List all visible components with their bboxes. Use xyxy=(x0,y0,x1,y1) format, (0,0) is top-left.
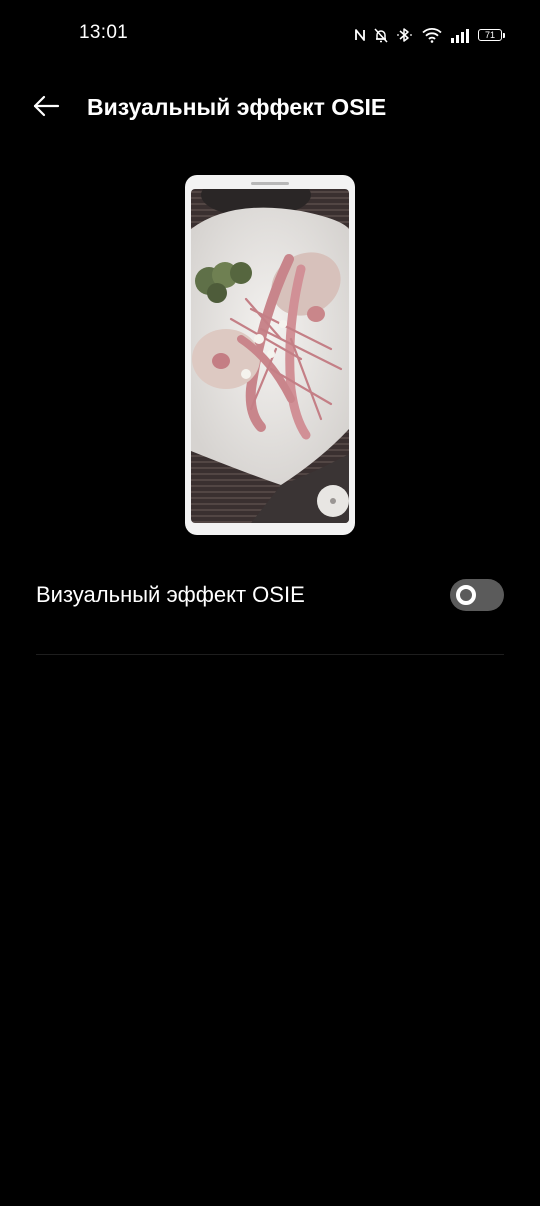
status-icons: 71 xyxy=(354,24,506,46)
preview-notch xyxy=(251,182,289,185)
osie-setting-label: Визуальный эффект OSIE xyxy=(36,582,305,607)
toggle-knob xyxy=(456,585,476,605)
bluetooth-icon xyxy=(396,27,414,43)
back-button[interactable] xyxy=(26,90,66,126)
preview-phone-frame xyxy=(185,175,355,535)
status-bar: 13:01 71 xyxy=(0,0,540,68)
preview-image xyxy=(191,189,349,523)
wifi-icon xyxy=(422,27,442,43)
app-header: Визуальный эффект OSIE xyxy=(0,80,540,136)
battery-level: 71 xyxy=(478,29,502,41)
nfc-icon xyxy=(354,28,366,42)
back-arrow-icon xyxy=(32,94,60,123)
osie-toggle-switch[interactable] xyxy=(450,579,504,611)
notifications-muted-icon xyxy=(374,27,388,43)
osie-setting-row[interactable]: Визуальный эффект OSIE xyxy=(0,570,540,622)
cellular-signal-icon xyxy=(450,28,470,43)
divider xyxy=(36,654,504,655)
battery-icon: 71 xyxy=(478,28,506,42)
status-time: 13:01 xyxy=(79,22,129,43)
page-title: Визуальный эффект OSIE xyxy=(87,94,387,120)
